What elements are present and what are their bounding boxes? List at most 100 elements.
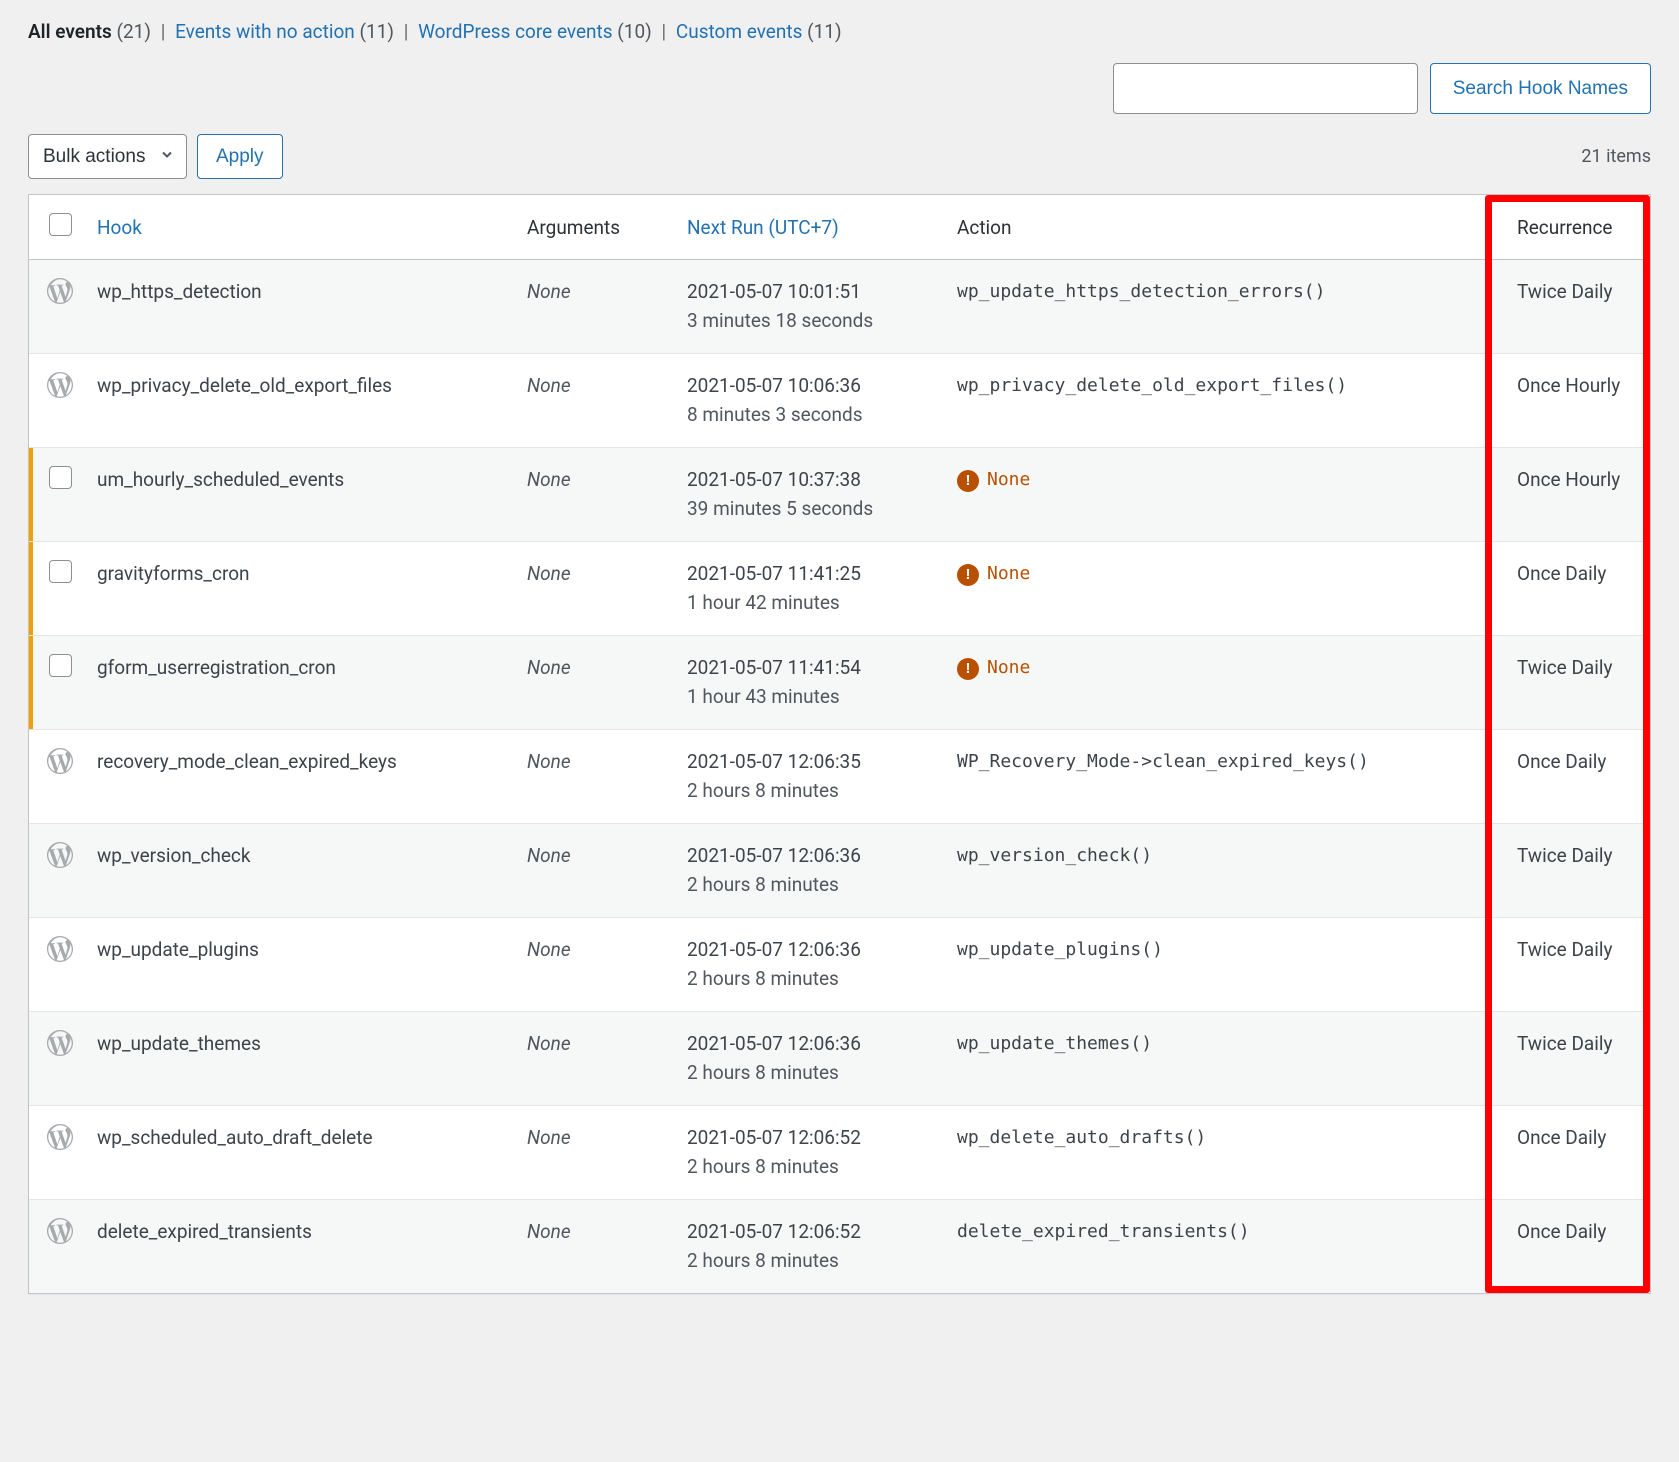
table-row: wp_scheduled_auto_draft_delete None 2021-0… bbox=[29, 1106, 1650, 1200]
wordpress-icon bbox=[47, 748, 73, 774]
next-run-time: 2021-05-07 12:06:36 bbox=[687, 842, 933, 871]
wordpress-icon bbox=[47, 936, 73, 962]
next-run-relative: 1 hour 42 minutes bbox=[687, 589, 933, 618]
recurrence-value: Once Daily bbox=[1505, 542, 1650, 636]
next-run-relative: 2 hours 8 minutes bbox=[687, 1153, 933, 1182]
arguments-value: None bbox=[527, 656, 571, 679]
table-row: gravityforms_cron None 2021-05-07 11:41:25… bbox=[29, 542, 1650, 636]
wordpress-icon bbox=[47, 372, 73, 398]
recurrence-value: Once Daily bbox=[1505, 730, 1650, 824]
wordpress-icon bbox=[47, 1218, 73, 1244]
recurrence-value: Once Hourly bbox=[1505, 448, 1650, 542]
arguments-value: None bbox=[527, 1220, 571, 1243]
action-none: None bbox=[987, 469, 1030, 490]
hook-name[interactable]: wp_scheduled_auto_draft_delete bbox=[85, 1106, 515, 1200]
hook-name[interactable]: delete_expired_transients bbox=[85, 1200, 515, 1294]
hook-name[interactable]: gform_userregistration_cron bbox=[85, 636, 515, 730]
action-text: wp_update_https_detection_errors() bbox=[957, 281, 1325, 302]
hook-name[interactable]: wp_version_check bbox=[85, 824, 515, 918]
wordpress-icon bbox=[47, 842, 73, 868]
events-table: Hook Arguments Next Run (UTC+7) Action R… bbox=[29, 195, 1650, 1293]
table-row: wp_version_check None 2021-05-07 12:06:362… bbox=[29, 824, 1650, 918]
recurrence-value: Twice Daily bbox=[1505, 636, 1650, 730]
next-run-relative: 1 hour 43 minutes bbox=[687, 683, 933, 712]
search-button[interactable]: Search Hook Names bbox=[1430, 63, 1651, 114]
action-text: wp_update_themes() bbox=[957, 1033, 1152, 1054]
column-recurrence: Recurrence bbox=[1505, 195, 1650, 260]
action-none: None bbox=[987, 657, 1030, 678]
column-action: Action bbox=[945, 195, 1505, 260]
table-row: gform_userregistration_cron None 2021-05-0… bbox=[29, 636, 1650, 730]
arguments-value: None bbox=[527, 562, 571, 585]
items-count: 21 items bbox=[1581, 146, 1651, 167]
arguments-value: None bbox=[527, 1126, 571, 1149]
arguments-value: None bbox=[527, 374, 571, 397]
wordpress-icon bbox=[47, 278, 73, 304]
arguments-value: None bbox=[527, 280, 571, 303]
select-all-checkbox[interactable] bbox=[49, 213, 72, 236]
column-next-run[interactable]: Next Run (UTC+7) bbox=[675, 195, 945, 260]
table-row: recovery_mode_clean_expired_keysNone2021… bbox=[29, 730, 1650, 824]
next-run-relative: 39 minutes 5 seconds bbox=[687, 495, 933, 524]
arguments-value: None bbox=[527, 1032, 571, 1055]
table-row: wp_privacy_delete_old_export_filesNone20… bbox=[29, 354, 1650, 448]
wordpress-icon bbox=[47, 1124, 73, 1150]
filter-tabs: All events (21) | Events with no action … bbox=[28, 20, 1651, 43]
next-run-time: 2021-05-07 12:06:36 bbox=[687, 936, 933, 965]
apply-button[interactable]: Apply bbox=[197, 134, 283, 179]
next-run-time: 2021-05-07 10:01:51 bbox=[687, 278, 933, 307]
next-run-relative: 8 minutes 3 seconds bbox=[687, 401, 933, 430]
table-row: wp_update_themes None 2021-05-07 12:06:362… bbox=[29, 1012, 1650, 1106]
hook-name[interactable]: um_hourly_scheduled_events bbox=[85, 448, 515, 542]
next-run-relative: 2 hours 8 minutes bbox=[687, 1059, 933, 1088]
action-text: WP_Recovery_Mode->clean_expired_keys() bbox=[957, 751, 1369, 772]
recurrence-value: Twice Daily bbox=[1505, 824, 1650, 918]
next-run-relative: 2 hours 8 minutes bbox=[687, 871, 933, 900]
next-run-time: 2021-05-07 12:06:52 bbox=[687, 1218, 933, 1247]
filter-custom[interactable]: Custom events (11) bbox=[676, 20, 842, 43]
next-run-time: 2021-05-07 12:06:52 bbox=[687, 1124, 933, 1153]
column-hook[interactable]: Hook bbox=[85, 195, 515, 260]
hook-name[interactable]: wp_privacy_delete_old_export_files bbox=[85, 354, 515, 448]
action-text: wp_privacy_delete_old_export_files() bbox=[957, 375, 1347, 396]
next-run-time: 2021-05-07 10:37:38 bbox=[687, 466, 933, 495]
action-text: delete_expired_transients() bbox=[957, 1221, 1250, 1242]
filter-no-action[interactable]: Events with no action (11) bbox=[175, 20, 394, 43]
arguments-value: None bbox=[527, 844, 571, 867]
hook-name[interactable]: wp_https_detection bbox=[85, 260, 515, 354]
warning-icon: ! bbox=[957, 564, 979, 586]
next-run-time: 2021-05-07 11:41:54 bbox=[687, 654, 933, 683]
row-checkbox[interactable] bbox=[49, 466, 72, 489]
warning-icon: ! bbox=[957, 658, 979, 680]
column-arguments: Arguments bbox=[515, 195, 675, 260]
action-text: wp_delete_auto_drafts() bbox=[957, 1127, 1206, 1148]
recurrence-value: Twice Daily bbox=[1505, 918, 1650, 1012]
next-run-time: 2021-05-07 12:06:36 bbox=[687, 1030, 933, 1059]
hook-name[interactable]: recovery_mode_clean_expired_keys bbox=[85, 730, 515, 824]
action-text: wp_version_check() bbox=[957, 845, 1152, 866]
next-run-relative: 2 hours 8 minutes bbox=[687, 1247, 933, 1276]
table-row: delete_expired_transients None 2021-05-07 … bbox=[29, 1200, 1650, 1294]
recurrence-value: Twice Daily bbox=[1505, 260, 1650, 354]
recurrence-value: Once Daily bbox=[1505, 1200, 1650, 1294]
hook-name[interactable]: wp_update_themes bbox=[85, 1012, 515, 1106]
arguments-value: None bbox=[527, 938, 571, 961]
action-none: None bbox=[987, 563, 1030, 584]
recurrence-value: Once Hourly bbox=[1505, 354, 1650, 448]
row-checkbox[interactable] bbox=[49, 560, 72, 583]
next-run-relative: 2 hours 8 minutes bbox=[687, 965, 933, 994]
hook-name[interactable]: wp_update_plugins bbox=[85, 918, 515, 1012]
table-row: wp_update_plugins None 2021-05-07 12:06:36… bbox=[29, 918, 1650, 1012]
next-run-time: 2021-05-07 11:41:25 bbox=[687, 560, 933, 589]
filter-all[interactable]: All events (21) bbox=[28, 20, 151, 43]
action-text: wp_update_plugins() bbox=[957, 939, 1163, 960]
table-row: wp_https_detection None 2021-05-07 10:01:5… bbox=[29, 260, 1650, 354]
arguments-value: None bbox=[527, 750, 571, 773]
hook-name[interactable]: gravityforms_cron bbox=[85, 542, 515, 636]
filter-core[interactable]: WordPress core events (10) bbox=[418, 20, 652, 43]
search-input[interactable] bbox=[1113, 63, 1418, 114]
wordpress-icon bbox=[47, 1030, 73, 1056]
row-checkbox[interactable] bbox=[49, 654, 72, 677]
bulk-actions-select[interactable]: Bulk actions bbox=[28, 134, 187, 179]
warning-icon: ! bbox=[957, 470, 979, 492]
